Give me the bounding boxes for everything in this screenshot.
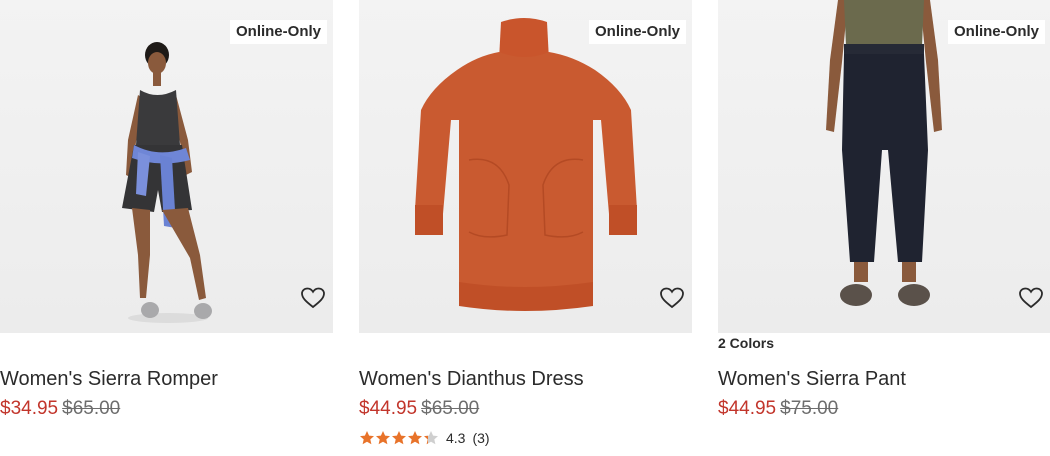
product-name[interactable]: Women's Sierra Pant — [718, 368, 906, 391]
price-row: $44.95 $65.00 — [359, 398, 479, 420]
woman-pants-illustration — [826, 0, 942, 306]
product-name[interactable]: Women's Dianthus Dress — [359, 368, 584, 391]
online-only-badge: Online-Only — [588, 20, 686, 44]
price-row: $44.95 $75.00 — [718, 398, 838, 420]
star-icon — [376, 431, 390, 445]
color-count[interactable]: 2 Colors — [718, 335, 774, 351]
star-icon — [392, 431, 406, 445]
rating-row[interactable]: 4.3 (3) — [359, 430, 490, 446]
star-icon — [408, 431, 422, 445]
original-price: $65.00 — [62, 398, 121, 419]
product-card[interactable]: Online-Only 2 Colors Women's Sierra Pant… — [718, 0, 1050, 419]
orange-dress-illustration — [415, 18, 637, 311]
heart-outline-icon[interactable] — [1018, 286, 1044, 310]
sale-price: $34.95 — [0, 398, 59, 419]
product-card[interactable]: Online-Only Women's Dianthus Dress $44.9… — [359, 0, 692, 446]
online-only-badge: Online-Only — [947, 20, 1045, 44]
heart-outline-icon[interactable] — [659, 286, 685, 310]
sale-price: $44.95 — [718, 398, 777, 419]
star-icon — [424, 431, 438, 445]
price-row: $34.95 $65.00 — [0, 398, 120, 420]
original-price: $65.00 — [421, 398, 480, 419]
product-image[interactable]: Online-Only — [359, 0, 692, 333]
product-image[interactable]: Online-Only — [718, 0, 1050, 333]
original-price: $75.00 — [780, 398, 839, 419]
sale-price: $44.95 — [359, 398, 418, 419]
review-count: (3) — [472, 430, 490, 446]
star-rating — [359, 430, 439, 446]
product-card[interactable]: Online-Only Women's Sierra Romper $34.95… — [0, 0, 333, 419]
rating-value: 4.3 — [446, 430, 466, 446]
star-icon — [360, 431, 374, 445]
product-name[interactable]: Women's Sierra Romper — [0, 368, 218, 391]
product-image[interactable]: Online-Only — [0, 0, 333, 333]
online-only-badge: Online-Only — [229, 20, 327, 44]
woman-romper-illustration — [122, 42, 212, 323]
heart-outline-icon[interactable] — [300, 286, 326, 310]
